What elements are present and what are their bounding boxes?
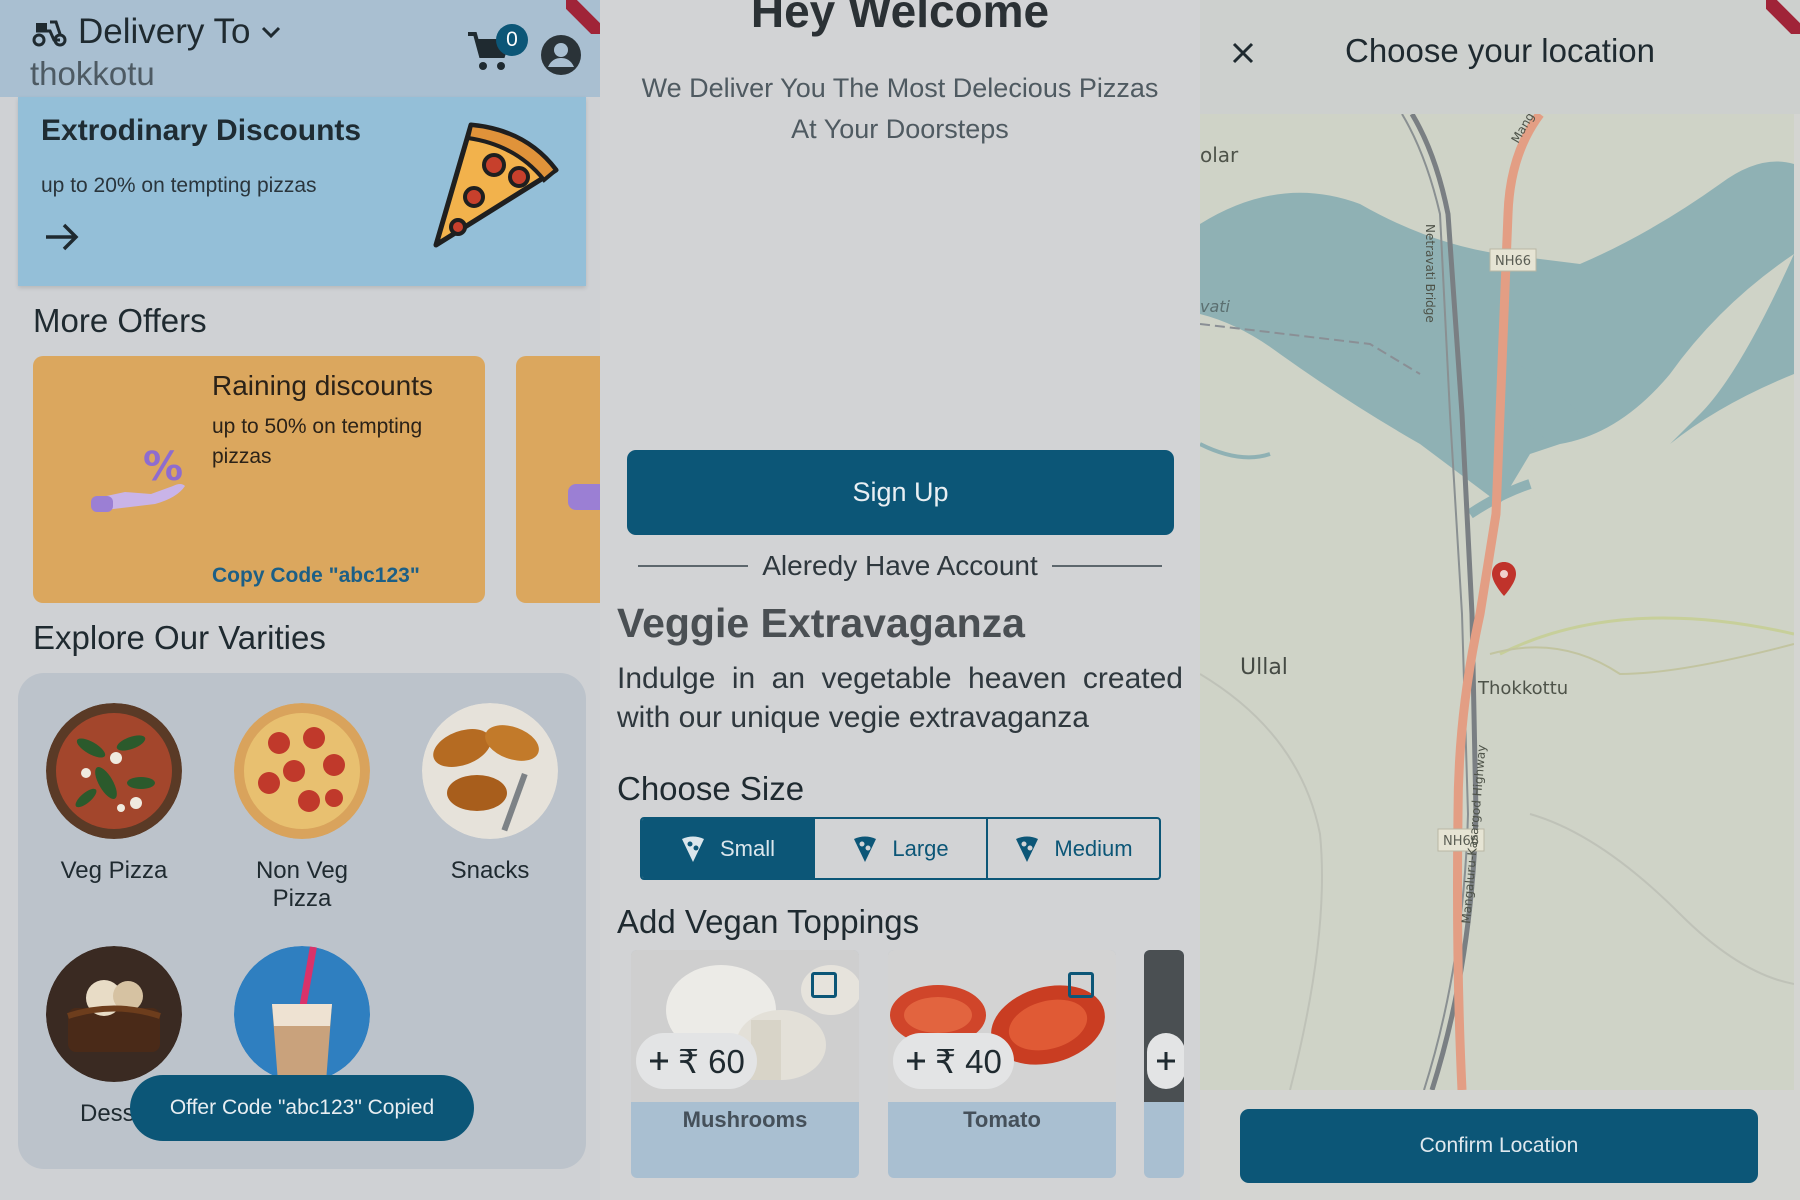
offer-title: Raining discounts	[212, 370, 434, 401]
add-topping-button[interactable]: ₹ 60	[636, 1033, 757, 1089]
tagline-line: We Deliver You The Most Delecious Pizzas	[641, 73, 1159, 103]
dish-title: Veggie Extravaganza	[617, 600, 1025, 646]
offer-subtitle: up to 50% on tempting pizzas	[212, 415, 423, 468]
map-label-ullal: Ullal	[1240, 655, 1288, 680]
topping-checkbox[interactable]	[1068, 972, 1094, 998]
size-label: Large	[892, 835, 949, 861]
delivery-label: Delivery To	[78, 12, 251, 51]
confirm-location-button[interactable]: Confirm Location	[1240, 1109, 1758, 1183]
location-screen: Choose your location NH66 NH66 Ullal Tho…	[1200, 0, 1800, 1200]
cart-count-badge: 0	[496, 24, 528, 56]
copied-toast: Offer Code "abc123" Copied	[130, 1075, 474, 1141]
size-selector: Small Large Medium	[640, 817, 1161, 880]
choose-size-title: Choose Size	[617, 770, 805, 807]
tagline-line: At Your Doorsteps	[791, 114, 1009, 144]
plus-icon	[650, 1052, 668, 1070]
size-label: Medium	[1054, 835, 1133, 861]
divider-line	[638, 565, 749, 567]
discount-hand-icon	[568, 484, 600, 510]
copy-code-link[interactable]: Copy Code "abc123"	[212, 564, 420, 588]
divider-line	[1051, 565, 1162, 567]
debug-ribbon	[566, 0, 600, 34]
add-topping-button[interactable]	[1147, 1033, 1184, 1089]
beverage-image	[234, 946, 370, 1082]
map-canvas[interactable]: NH66 NH66 Ullal Thokkottu olar vati Netr…	[1200, 114, 1794, 1090]
category-veg-pizza[interactable]: Veg Pizza	[39, 703, 189, 885]
hero-banner[interactable]: Extrodinary Discounts up to 20% on tempt…	[18, 97, 586, 286]
category-label: Veg Pizza	[60, 857, 168, 884]
offer-card[interactable]: % Raining discounts up to 50% on temptin…	[33, 356, 485, 603]
dish-description-line: Indulge in an vegetable heaven created	[617, 662, 1183, 695]
more-offers-title: More Offers	[33, 302, 207, 339]
category-non-veg-pizza[interactable]: Non Veg Pizza	[227, 703, 377, 913]
home-screen: Delivery To thokkotu 0 Extrodinary Disco…	[0, 0, 600, 1200]
category-snacks[interactable]: Snacks	[415, 703, 565, 885]
veg-pizza-image	[46, 703, 182, 839]
snacks-image	[422, 703, 558, 839]
hero-subtitle: up to 20% on tempting pizzas	[41, 174, 317, 197]
login-divider: Aleredy Have Account	[638, 550, 1162, 582]
map-label-bridge: Netravati Bridge	[1423, 224, 1437, 323]
welcome-title: Hey Welcome	[750, 0, 1050, 37]
hero-title: Extrodinary Discounts	[41, 114, 362, 147]
topping-name: Mushrooms	[682, 1107, 808, 1132]
map-view[interactable]: NH66 NH66 Ullal Thokkottu olar vati Netr…	[1200, 114, 1794, 1090]
size-option-small[interactable]: Small	[642, 819, 815, 878]
topping-price: ₹ 40	[935, 1042, 1002, 1080]
size-option-large[interactable]: Large	[815, 819, 988, 878]
plus-icon	[907, 1052, 925, 1070]
location-title: Choose your location	[1344, 32, 1656, 69]
arrow-right-icon[interactable]	[42, 217, 82, 257]
category-label: Non Veg Pizza	[255, 857, 349, 912]
debug-ribbon	[1766, 0, 1800, 34]
pizza-icon	[1016, 836, 1039, 862]
toppings-title: Add Vegan Toppings	[617, 903, 920, 940]
welcome-product-screen: Hey Welcome We Deliver You The Most Dele…	[600, 0, 1200, 1200]
add-topping-button[interactable]: ₹ 40	[893, 1033, 1014, 1089]
topping-card-mushrooms[interactable]: ₹ 60 Mushrooms	[631, 950, 859, 1178]
category-label: Snacks	[450, 857, 530, 884]
size-option-medium[interactable]: Medium	[988, 819, 1159, 878]
scooter-icon	[32, 20, 67, 47]
pizza-icon	[854, 836, 877, 862]
topping-card-partial[interactable]	[1144, 950, 1184, 1178]
welcome-tagline: We Deliver You The Most Delecious Pizzas…	[600, 68, 1200, 150]
account-icon[interactable]	[540, 34, 582, 76]
pizza-icon	[681, 836, 704, 862]
topping-checkbox[interactable]	[811, 972, 837, 998]
have-account-link[interactable]: Aleredy Have Account	[762, 550, 1038, 582]
delivery-location: thokkotu	[30, 55, 155, 92]
map-label-nh66: NH66	[1495, 254, 1531, 269]
map-label-vati: vati	[1200, 297, 1231, 316]
signup-button[interactable]: Sign Up	[627, 450, 1174, 535]
delivery-selector[interactable]: Delivery To	[32, 12, 282, 52]
discount-hand-icon: %	[91, 444, 185, 512]
svg-text:%: %	[143, 444, 183, 490]
map-label-olar: olar	[1200, 143, 1239, 167]
dish-description-line: with our unique vegie extravaganza	[617, 701, 1089, 734]
chevron-down-icon	[262, 26, 281, 39]
pizza-slice-illustration	[433, 122, 559, 248]
plus-icon	[1157, 1052, 1175, 1070]
topping-card-tomato[interactable]: ₹ 40 Tomato	[888, 950, 1116, 1178]
varieties-title: Explore Our Varities	[33, 619, 326, 656]
map-label-thokkottu: Thokkottu	[1477, 678, 1568, 699]
dessert-image	[46, 946, 182, 1082]
topping-price: ₹ 60	[678, 1042, 745, 1080]
size-label: Small	[719, 835, 775, 861]
offer-card[interactable]	[516, 356, 600, 603]
non-veg-pizza-image	[234, 703, 370, 839]
topping-name: Tomato	[963, 1107, 1041, 1132]
